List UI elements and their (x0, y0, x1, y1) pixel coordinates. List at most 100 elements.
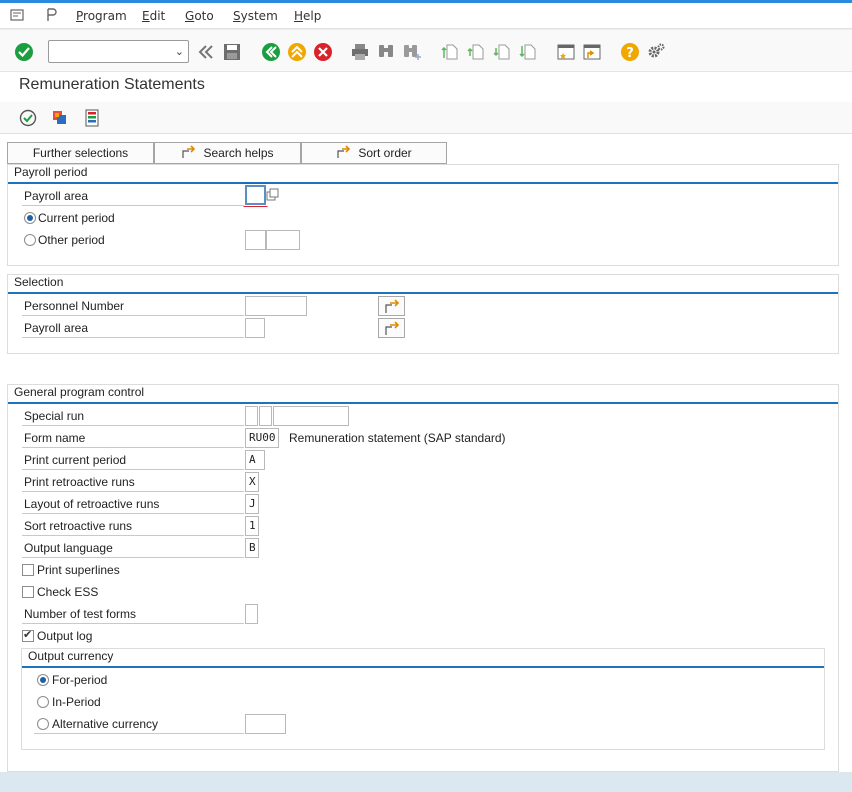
payroll-period-title: Payroll period (14, 165, 88, 179)
for-period-radio[interactable] (37, 674, 49, 686)
selection-options-icon[interactable] (82, 108, 102, 128)
number-of-test-forms-input[interactable] (245, 604, 258, 624)
shortcut-arrow-icon (181, 144, 197, 162)
in-period-radio[interactable] (37, 696, 49, 708)
menu-goto-rest: oto (194, 9, 214, 23)
menu-bar: Program Edit Goto System Help (0, 3, 852, 29)
menu-program-key: P (76, 9, 84, 23)
label-underline (22, 623, 244, 624)
label-underline (22, 513, 244, 514)
label-underline (22, 425, 244, 426)
tab-search-helps[interactable]: Search helps (154, 142, 301, 164)
print-current-period-label: Print current period (24, 453, 127, 467)
menu-edit[interactable]: Edit (142, 9, 165, 23)
multiple-selection-button[interactable] (378, 318, 405, 338)
label-underline (34, 733, 244, 734)
menu-help[interactable]: Help (294, 9, 321, 23)
print-retroactive-runs-input[interactable]: X (245, 472, 259, 492)
exit-icon[interactable] (287, 42, 307, 62)
back-icon[interactable] (261, 42, 281, 62)
menu-help-key: H (294, 9, 304, 23)
layout-retroactive-runs-input[interactable]: J (245, 494, 259, 514)
enter-icon[interactable] (14, 42, 34, 62)
label-underline (22, 205, 244, 206)
shortcut-icon[interactable] (582, 42, 602, 62)
payroll-period-group: Payroll period (7, 164, 839, 266)
settings-icon[interactable] (646, 42, 666, 62)
menu-goto-key: G (185, 9, 195, 23)
execute-icon[interactable] (18, 108, 38, 128)
menu-system[interactable]: System (233, 9, 278, 23)
standard-toolbar: ⌄ ? (0, 30, 852, 72)
personnel-number-input[interactable] (245, 296, 307, 316)
sort-retroactive-runs-input[interactable]: 1 (245, 516, 259, 536)
print-superlines-checkbox[interactable] (22, 564, 34, 576)
menu-program[interactable]: Program (76, 9, 127, 23)
special-run-type-input[interactable] (245, 406, 258, 426)
check-ess-label: Check ESS (37, 585, 99, 599)
output-language-input[interactable]: B (245, 538, 259, 558)
label-underline (22, 491, 244, 492)
special-run-flag-input[interactable] (259, 406, 272, 426)
tab-further-selections[interactable]: Further selections (7, 142, 154, 164)
other-period-label: Other period (38, 233, 105, 247)
last-page-icon[interactable] (518, 42, 538, 62)
tab-sort-order[interactable]: Sort order (301, 142, 447, 164)
label-underline (22, 557, 244, 558)
alternative-currency-input[interactable] (245, 714, 286, 734)
special-run-date-input[interactable] (273, 406, 349, 426)
check-ess-checkbox[interactable] (22, 586, 34, 598)
multiple-selection-button[interactable] (378, 296, 405, 316)
alternative-currency-radio[interactable] (37, 718, 49, 730)
print-superlines-label: Print superlines (37, 563, 120, 577)
form-name-label: Form name (24, 431, 86, 445)
output-log-checkbox[interactable] (22, 628, 34, 642)
label-underline (22, 447, 244, 448)
cancel-icon[interactable] (313, 42, 333, 62)
other-period-year-input[interactable] (266, 230, 300, 250)
print-current-period-input[interactable]: A (245, 450, 265, 470)
number-of-test-forms-label: Number of test forms (24, 607, 137, 621)
create-session-icon[interactable] (556, 42, 576, 62)
menu-goto[interactable]: Goto (185, 9, 214, 23)
value-help-icon[interactable] (266, 188, 280, 205)
payroll-area-label: Payroll area (24, 189, 89, 203)
form-name-input[interactable]: RU00 (245, 428, 279, 448)
print-icon[interactable] (350, 42, 370, 62)
help-icon[interactable]: ? (620, 42, 640, 62)
save-icon[interactable] (222, 42, 242, 62)
payroll-area-input[interactable] (245, 185, 266, 205)
current-period-radio[interactable] (24, 212, 36, 224)
output-log-label: Output log (37, 629, 93, 643)
output-language-label: Output language (24, 541, 113, 555)
menu-list-icon[interactable] (10, 8, 24, 25)
first-page-icon[interactable] (440, 42, 460, 62)
selection-payroll-area-input[interactable] (245, 318, 265, 338)
other-period-input[interactable] (245, 230, 266, 250)
output-currency-title: Output currency (28, 649, 114, 663)
command-field[interactable]: ⌄ (48, 40, 189, 63)
chevron-down-icon[interactable]: ⌄ (175, 45, 184, 58)
program-menu-icon[interactable] (45, 8, 59, 25)
menu-help-rest: elp (303, 9, 322, 23)
menu-edit-key: E (142, 9, 150, 23)
general-program-control-title: General program control (14, 385, 145, 399)
group-divider (8, 182, 838, 184)
find-icon[interactable] (376, 42, 396, 62)
find-next-icon[interactable] (402, 42, 422, 62)
layout-retroactive-runs-label: Layout of retroactive runs (24, 497, 160, 511)
special-run-label: Special run (24, 409, 85, 423)
in-period-label: In-Period (52, 695, 101, 709)
sort-retroactive-runs-label: Sort retroactive runs (24, 519, 133, 533)
application-toolbar (0, 102, 852, 134)
form-name-description: Remuneration statement (SAP standard) (289, 431, 506, 445)
other-period-radio[interactable] (24, 234, 36, 246)
next-page-icon[interactable] (492, 42, 512, 62)
multiple-selection-icon (385, 321, 400, 335)
menu-program-rest: rogram (83, 9, 127, 23)
prev-page-icon[interactable] (466, 42, 486, 62)
label-underline (22, 469, 244, 470)
get-variant-icon[interactable] (50, 108, 70, 128)
tab-sort-order-label: Sort order (358, 146, 412, 160)
back-double-icon[interactable] (196, 42, 216, 62)
